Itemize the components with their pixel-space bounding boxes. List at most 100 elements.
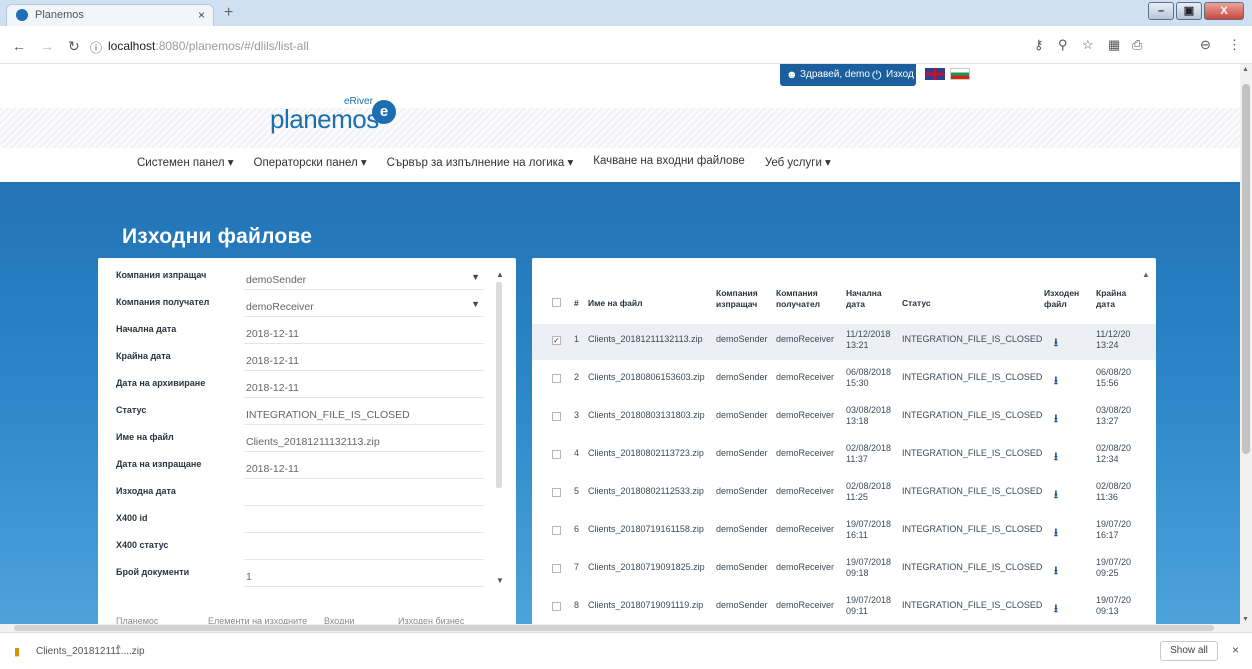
row-checkbox[interactable] (552, 602, 561, 611)
cast-icon[interactable]: ⎙ (1132, 37, 1142, 53)
col-header-sender[interactable]: Компания изпращач (716, 288, 768, 310)
details-scroll-up-icon[interactable]: ▲ (496, 270, 504, 279)
detail-field-text: demoSender (246, 274, 307, 286)
page-scrollbar[interactable]: ▲ ▼ (1240, 64, 1252, 632)
power-icon[interactable]: ⏻ (872, 64, 882, 86)
row-checkbox[interactable] (552, 526, 561, 535)
english-flag-icon[interactable] (925, 68, 945, 80)
table-row[interactable]: 3 Clients_20180803131803.zip demoSender dem… (532, 400, 1156, 436)
close-downloads-icon[interactable]: × (1232, 643, 1239, 657)
details-scrollbar[interactable] (496, 282, 502, 488)
page-content: ☻ Здравей, demo ⏻ Изход eRiver planemos … (0, 64, 1240, 632)
table-row[interactable]: 8 Clients_20180719091119.zip demoSender dem… (532, 590, 1156, 626)
logout-link[interactable]: Изход (886, 64, 914, 86)
detail-field-value[interactable]: 2018-12-11 (244, 376, 484, 398)
key-icon[interactable]: ⚷ (1034, 37, 1044, 53)
show-all-button[interactable]: Show all (1160, 641, 1218, 661)
row-filename[interactable]: Clients_20180806153603.zip (588, 372, 705, 382)
page-scroll-thumb[interactable] (1242, 84, 1250, 454)
planemos-logo[interactable]: eRiver planemos e (268, 94, 398, 138)
star-icon[interactable]: ☆ (1082, 37, 1094, 53)
detail-field-row: Компания изпращач demoSender ▼ (98, 268, 498, 296)
row-filename[interactable]: Clients_20180802112533.zip (588, 486, 704, 496)
extension-icon[interactable]: ▦ (1108, 37, 1120, 53)
chevron-up-icon[interactable]: ^ (116, 644, 121, 655)
bulgarian-flag-icon[interactable] (950, 68, 970, 80)
detail-field-value[interactable]: Clients_20181211132113.zip (244, 430, 484, 452)
detail-field-value[interactable]: 2018-12-11 (244, 349, 484, 371)
table-row[interactable]: ✓ 1 Clients_20181211132113.zip demoSender de… (532, 324, 1156, 360)
minimize-button[interactable]: – (1148, 2, 1174, 20)
row-checkbox[interactable] (552, 488, 561, 497)
menu-operator-panel[interactable]: Операторски панел ▾ (254, 155, 367, 169)
detail-field-value[interactable]: demoReceiver ▼ (244, 295, 484, 317)
row-filename[interactable]: Clients_20181211132113.zip (588, 334, 703, 344)
col-header-receiver[interactable]: Компания получател (776, 288, 830, 310)
table-row[interactable]: 4 Clients_20180802113723.zip demoSender dem… (532, 438, 1156, 474)
detail-field-value[interactable]: 1 (244, 565, 484, 587)
back-arrow-icon[interactable]: ← (12, 38, 26, 54)
menu-upload-files[interactable]: Качване на входни файлове (593, 155, 745, 169)
menu-dots-icon[interactable]: ⋮ (1228, 37, 1241, 53)
dropdown-caret-icon[interactable]: ▼ (471, 299, 480, 309)
table-scroll-up-icon[interactable]: ▲ (1142, 270, 1150, 279)
maximize-button[interactable]: ▣ (1176, 2, 1202, 20)
col-header-status[interactable]: Статус (902, 298, 931, 309)
reload-icon[interactable]: ↻ (68, 38, 80, 55)
col-header-end-date[interactable]: Крайна дата (1096, 288, 1136, 310)
page-hscroll-thumb[interactable] (14, 625, 1214, 631)
detail-field-value[interactable]: 2018-12-11 (244, 322, 484, 344)
browser-tab[interactable]: Planemos × (6, 4, 214, 26)
info-icon[interactable]: ⓘ (90, 39, 102, 56)
new-tab-button[interactable]: + (224, 4, 233, 22)
detail-field-value[interactable] (244, 538, 484, 560)
table-row[interactable]: 2 Clients_20180806153603.zip demoSender dem… (532, 362, 1156, 398)
detail-field-value[interactable]: demoSender ▼ (244, 268, 484, 290)
user-greeting[interactable]: Здравей, demo (800, 64, 870, 86)
dropdown-caret-icon[interactable]: ▼ (471, 272, 480, 282)
row-checkbox[interactable] (552, 412, 561, 421)
row-checkbox[interactable]: ✓ (552, 336, 561, 345)
row-checkbox[interactable] (552, 450, 561, 459)
menu-web-services[interactable]: Уеб услуги ▾ (765, 155, 831, 169)
forward-arrow-icon[interactable]: → (40, 38, 54, 54)
row-filename[interactable]: Clients_20180719091825.zip (588, 562, 705, 572)
row-filename[interactable]: Clients_20180719091119.zip (588, 600, 703, 610)
col-header-start-date[interactable]: Начална дата (846, 288, 890, 310)
download-icon[interactable]: ⭳ (1054, 448, 1058, 467)
window-close-button[interactable]: X (1204, 2, 1244, 20)
download-icon[interactable]: ⭳ (1054, 524, 1058, 543)
detail-field-value[interactable]: 2018-12-11 (244, 457, 484, 479)
detail-field-value[interactable]: INTEGRATION_FILE_IS_CLOSED (244, 403, 484, 425)
zoom-icon[interactable]: ⚲ (1058, 37, 1068, 53)
details-scroll-down-icon[interactable]: ▼ (496, 576, 504, 585)
row-filename[interactable]: Clients_20180802113723.zip (588, 448, 704, 458)
profile-icon[interactable]: ⊖ (1200, 37, 1211, 53)
row-filename[interactable]: Clients_20180719161158.zip (588, 524, 704, 534)
page-hscrollbar[interactable] (0, 624, 1240, 632)
page-scroll-down-icon[interactable]: ▼ (1242, 616, 1249, 623)
row-checkbox[interactable] (552, 564, 561, 573)
col-header-output-file[interactable]: Изходен файл (1044, 288, 1082, 310)
row-checkbox[interactable] (552, 374, 561, 383)
row-filename[interactable]: Clients_20180803131803.zip (588, 410, 705, 420)
download-icon[interactable]: ⭳ (1054, 410, 1058, 429)
download-item[interactable]: Clients_201812111....zip (36, 646, 145, 657)
url-field[interactable]: localhost:8080/planemos/#/dlils/list-all (108, 39, 309, 53)
download-icon[interactable]: ⭳ (1054, 486, 1058, 505)
table-row[interactable]: 7 Clients_20180719091825.zip demoSender dem… (532, 552, 1156, 588)
menu-logic-server[interactable]: Сървър за изпълнение на логика ▾ (387, 155, 574, 169)
page-scroll-up-icon[interactable]: ▲ (1242, 66, 1249, 73)
menu-system-panel[interactable]: Системен панел ▾ (137, 155, 234, 169)
detail-field-value[interactable] (244, 484, 484, 506)
download-icon[interactable]: ⭳ (1054, 372, 1058, 391)
detail-field-value[interactable] (244, 511, 484, 533)
download-icon[interactable]: ⭳ (1054, 334, 1058, 353)
table-row[interactable]: 6 Clients_20180719161158.zip demoSender dem… (532, 514, 1156, 550)
col-header-filename[interactable]: Име на файл (588, 298, 643, 309)
download-icon[interactable]: ⭳ (1054, 600, 1058, 619)
download-icon[interactable]: ⭳ (1054, 562, 1058, 581)
table-row[interactable]: 5 Clients_20180802112533.zip demoSender dem… (532, 476, 1156, 512)
select-all-checkbox[interactable] (552, 298, 561, 307)
tab-close-icon[interactable]: × (198, 8, 205, 22)
